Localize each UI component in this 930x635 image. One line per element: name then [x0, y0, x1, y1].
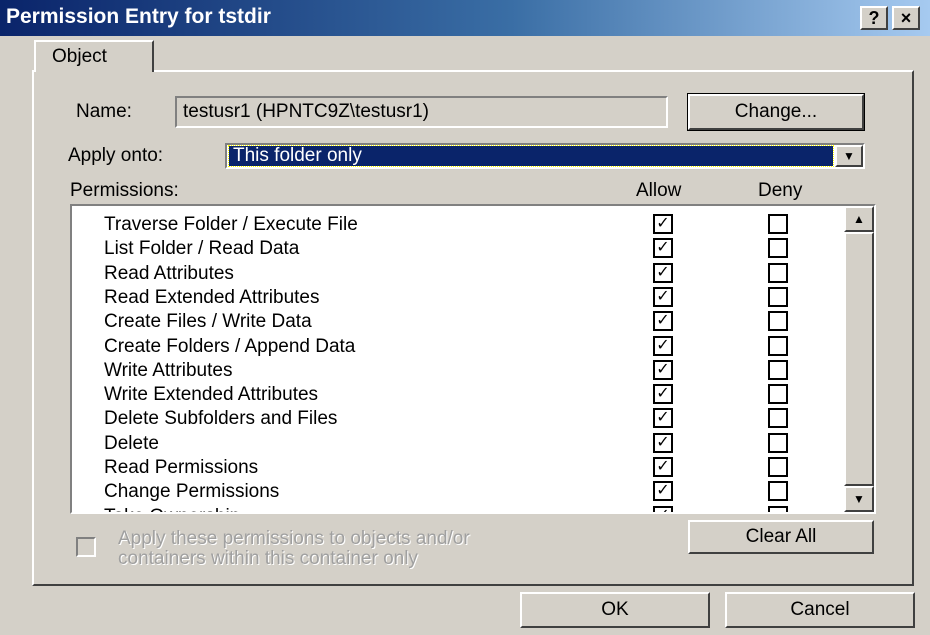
deny-checkbox[interactable]	[768, 432, 788, 453]
allow-checkbox[interactable]: ✓	[653, 505, 673, 512]
tab-object[interactable]: Object	[34, 40, 154, 72]
permission-name: Read Extended Attributes	[104, 286, 320, 308]
name-field: testusr1 (HPNTC9Z\testusr1)	[175, 96, 668, 128]
allow-checkbox[interactable]: ✓	[653, 335, 673, 356]
permission-row: Delete ✓	[72, 431, 842, 455]
permission-name: Write Attributes	[104, 359, 233, 381]
deny-checkbox[interactable]	[768, 408, 788, 429]
permission-row: Take Ownership ✓	[72, 504, 842, 512]
deny-checkbox[interactable]	[768, 214, 788, 234]
allow-checkbox[interactable]: ✓	[653, 214, 673, 234]
deny-checkbox[interactable]	[768, 238, 788, 259]
allow-checkbox[interactable]: ✓	[653, 481, 673, 502]
deny-checkbox[interactable]	[768, 262, 788, 283]
allow-checkbox[interactable]: ✓	[653, 238, 673, 259]
allow-header: Allow	[636, 180, 682, 201]
apply-onto-label: Apply onto:	[68, 145, 164, 166]
deny-checkbox[interactable]	[768, 481, 788, 502]
apply-to-children-label-line1: Apply these permissions to objects and/o…	[118, 528, 470, 549]
deny-checkbox[interactable]	[768, 384, 788, 405]
permission-name: Traverse Folder / Execute File	[104, 214, 358, 235]
allow-checkbox[interactable]: ✓	[653, 457, 673, 477]
help-icon: ?	[868, 8, 880, 28]
permission-row: Traverse Folder / Execute File ✓	[72, 212, 842, 236]
title-bar: Permission Entry for tstdir ? ×	[0, 0, 930, 36]
allow-checkbox[interactable]: ✓	[653, 262, 673, 283]
permission-name: Delete Subfolders and Files	[104, 408, 338, 430]
allow-checkbox[interactable]: ✓	[653, 311, 673, 332]
allow-checkbox[interactable]: ✓	[653, 286, 673, 307]
deny-checkbox[interactable]	[768, 505, 788, 512]
vertical-scrollbar[interactable]: ▲ ▼	[844, 206, 874, 512]
close-button[interactable]: ×	[892, 6, 920, 30]
permission-name: Write Extended Attributes	[104, 384, 319, 406]
scroll-down-icon[interactable]: ▼	[844, 486, 874, 512]
apply-to-children-label-line2: containers within this container only	[118, 548, 418, 569]
permission-entry-dialog: Permission Entry for tstdir ? × Object N…	[0, 0, 930, 635]
permission-name: Change Permissions	[104, 481, 280, 503]
permission-name: Delete	[104, 432, 159, 454]
change-button[interactable]: Change...	[687, 93, 865, 131]
chevron-down-icon[interactable]: ▼	[835, 145, 863, 167]
apply-to-children-checkbox[interactable]	[76, 537, 96, 557]
help-button[interactable]: ?	[860, 6, 888, 30]
permission-name: Read Attributes	[104, 262, 234, 284]
permission-name: Create Folders / Append Data	[104, 335, 356, 357]
close-icon: ×	[900, 8, 912, 28]
window-title: Permission Entry for tstdir	[6, 5, 271, 28]
allow-checkbox[interactable]: ✓	[653, 432, 673, 453]
deny-checkbox[interactable]	[768, 311, 788, 332]
permission-name: Read Permissions	[104, 457, 259, 478]
name-label: Name:	[76, 101, 132, 122]
permission-row: List Folder / Read Data ✓	[72, 236, 842, 260]
permission-row: Read Extended Attributes ✓	[72, 285, 842, 309]
deny-checkbox[interactable]	[768, 286, 788, 307]
permission-row: Read Permissions ✓	[72, 455, 842, 479]
permission-row: Read Attributes ✓	[72, 261, 842, 285]
permission-row: Change Permissions ✓	[72, 479, 842, 503]
deny-header: Deny	[758, 180, 803, 201]
permission-row: Create Files / Write Data ✓	[72, 309, 842, 333]
ok-button[interactable]: OK	[520, 592, 710, 628]
permission-name: Take Ownership	[104, 506, 240, 512]
deny-checkbox[interactable]	[768, 359, 788, 380]
scroll-up-icon[interactable]: ▲	[844, 206, 874, 232]
permission-row: Write Attributes ✓	[72, 358, 842, 382]
permission-name: List Folder / Read Data	[104, 238, 300, 260]
permission-row: Create Folders / Append Data ✓	[72, 334, 842, 358]
allow-checkbox[interactable]: ✓	[653, 384, 673, 405]
permissions-label: Permissions:	[70, 180, 179, 201]
allow-checkbox[interactable]: ✓	[653, 359, 673, 380]
permissions-list: Traverse Folder / Execute File ✓ List Fold…	[70, 204, 876, 514]
permission-row: Delete Subfolders and Files ✓	[72, 406, 842, 430]
deny-checkbox[interactable]	[768, 335, 788, 356]
cancel-button[interactable]: Cancel	[725, 592, 915, 628]
scroll-thumb[interactable]	[844, 232, 874, 486]
clear-all-button[interactable]: Clear All	[688, 520, 874, 554]
allow-checkbox[interactable]: ✓	[653, 408, 673, 429]
apply-onto-select[interactable]: This folder only ▼	[225, 143, 865, 169]
permission-name: Create Files / Write Data	[104, 311, 312, 333]
permission-row: Write Extended Attributes ✓	[72, 382, 842, 406]
deny-checkbox[interactable]	[768, 457, 788, 477]
apply-onto-value: This folder only	[228, 145, 834, 167]
